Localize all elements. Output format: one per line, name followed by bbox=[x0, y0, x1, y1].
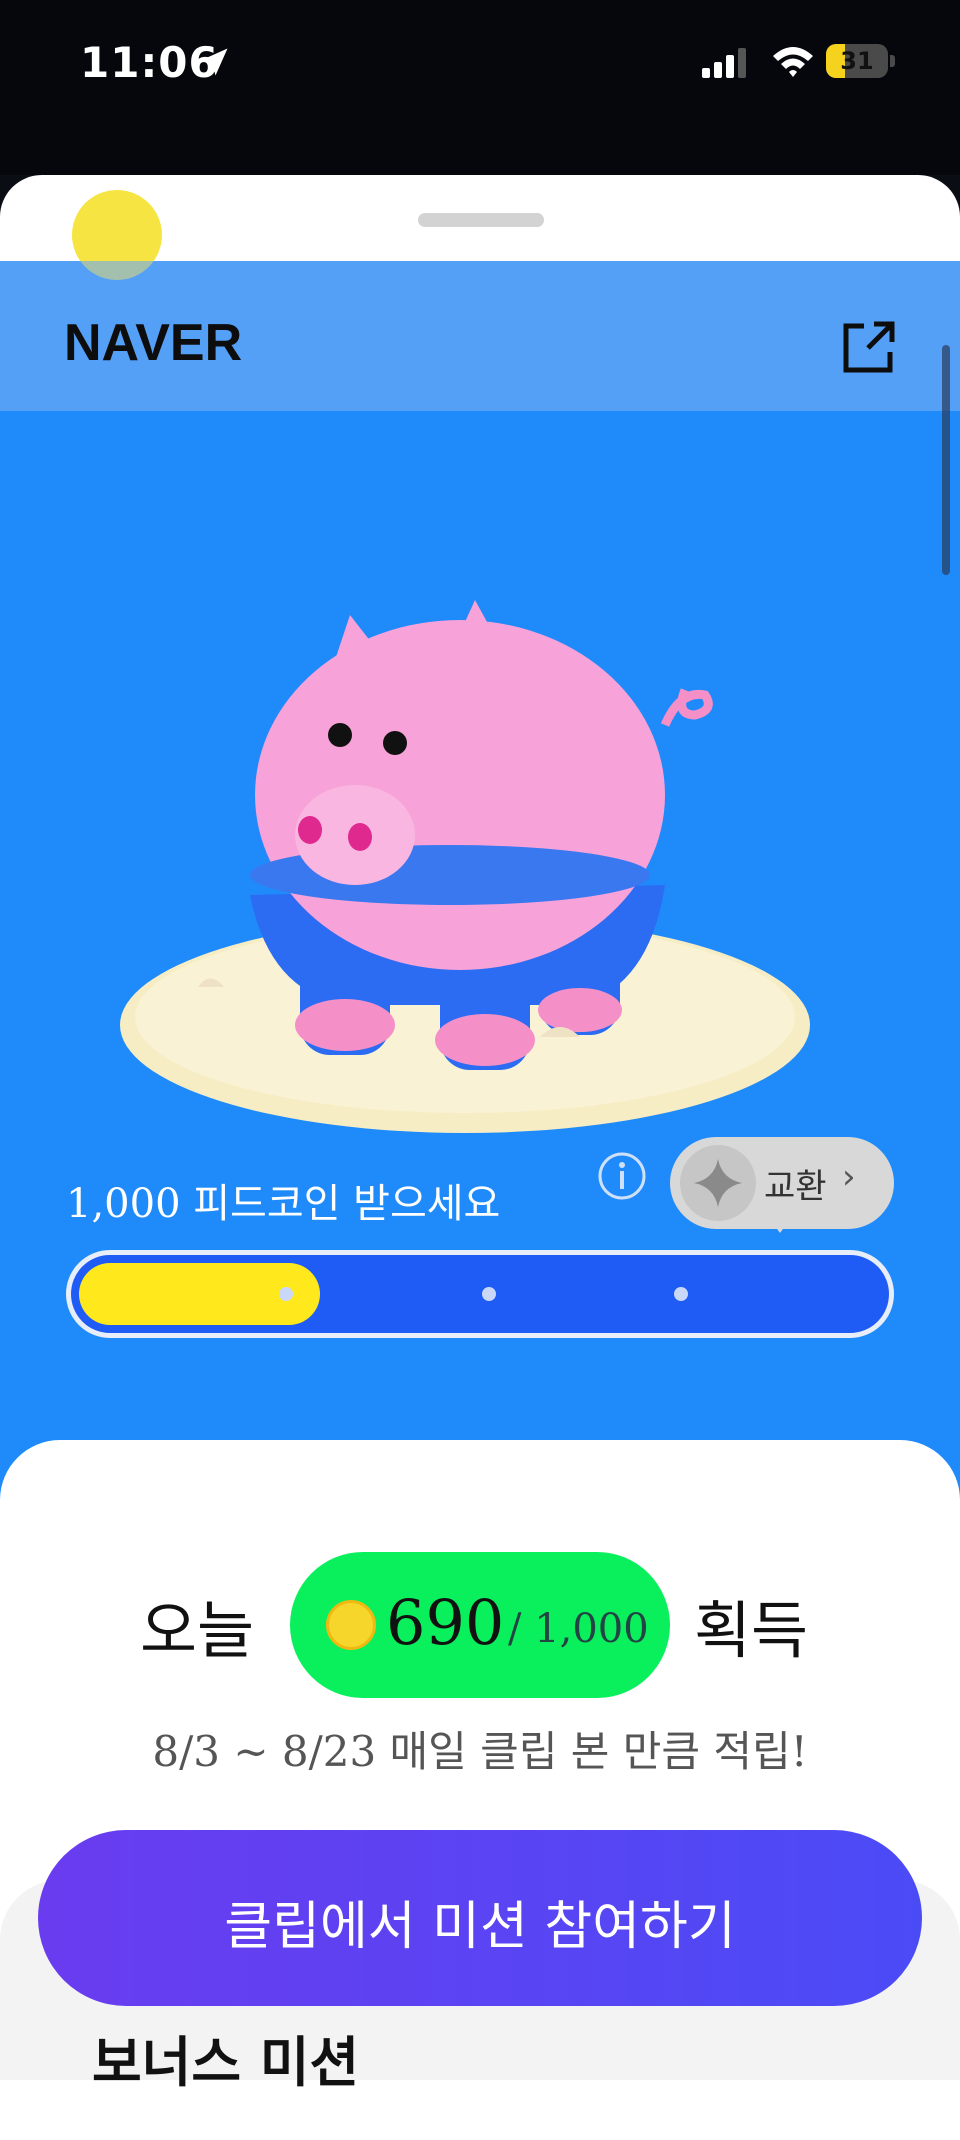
today-max: / 1,000 bbox=[508, 1606, 649, 1652]
today-coins: 690 bbox=[386, 1586, 505, 1659]
reward-text: 1,000 피드코인 받으세요 bbox=[66, 1181, 501, 1227]
sheet-drag-handle[interactable] bbox=[418, 213, 544, 227]
today-coins-pill: 690 / 1,000 bbox=[290, 1552, 670, 1698]
bonus-mission-title: 보너스 미션 bbox=[92, 2031, 360, 2094]
info-icon[interactable] bbox=[596, 1150, 648, 1202]
battery-percent: 31 bbox=[840, 47, 874, 75]
piggy-bank-illustration bbox=[120, 600, 810, 1133]
coin-icon bbox=[326, 1600, 376, 1650]
naver-logo: NAVER bbox=[64, 314, 243, 372]
progress-dot bbox=[674, 1287, 688, 1301]
scrollbar[interactable] bbox=[942, 345, 950, 575]
cellular-signal-icon bbox=[702, 48, 746, 78]
join-mission-label: 클립에서 미션 참여하기 bbox=[224, 1897, 736, 1957]
external-link-icon[interactable] bbox=[838, 318, 898, 378]
join-mission-button[interactable]: 클립에서 미션 참여하기 bbox=[38, 1830, 922, 2006]
wifi-icon bbox=[773, 47, 813, 77]
today-prefix: 오늘 bbox=[140, 1594, 255, 1667]
chevron-right-icon: › bbox=[842, 1157, 856, 1197]
today-suffix: 획득 bbox=[694, 1594, 809, 1667]
coin-progress-bar bbox=[66, 1250, 894, 1338]
status-bar: 11:06 31 bbox=[0, 0, 960, 175]
progress-dot bbox=[482, 1287, 496, 1301]
exchange-button[interactable]: 교환 › bbox=[670, 1137, 894, 1229]
progress-dot bbox=[279, 1287, 293, 1301]
sparkle-icon bbox=[680, 1145, 756, 1221]
battery-indicator: 31 bbox=[826, 44, 896, 80]
exchange-label: 교환 bbox=[764, 1167, 827, 1207]
period-text: 8/3 ~ 8/23 매일 클립 본 만큼 적립! bbox=[152, 1727, 808, 1776]
location-arrow-icon bbox=[200, 48, 228, 76]
